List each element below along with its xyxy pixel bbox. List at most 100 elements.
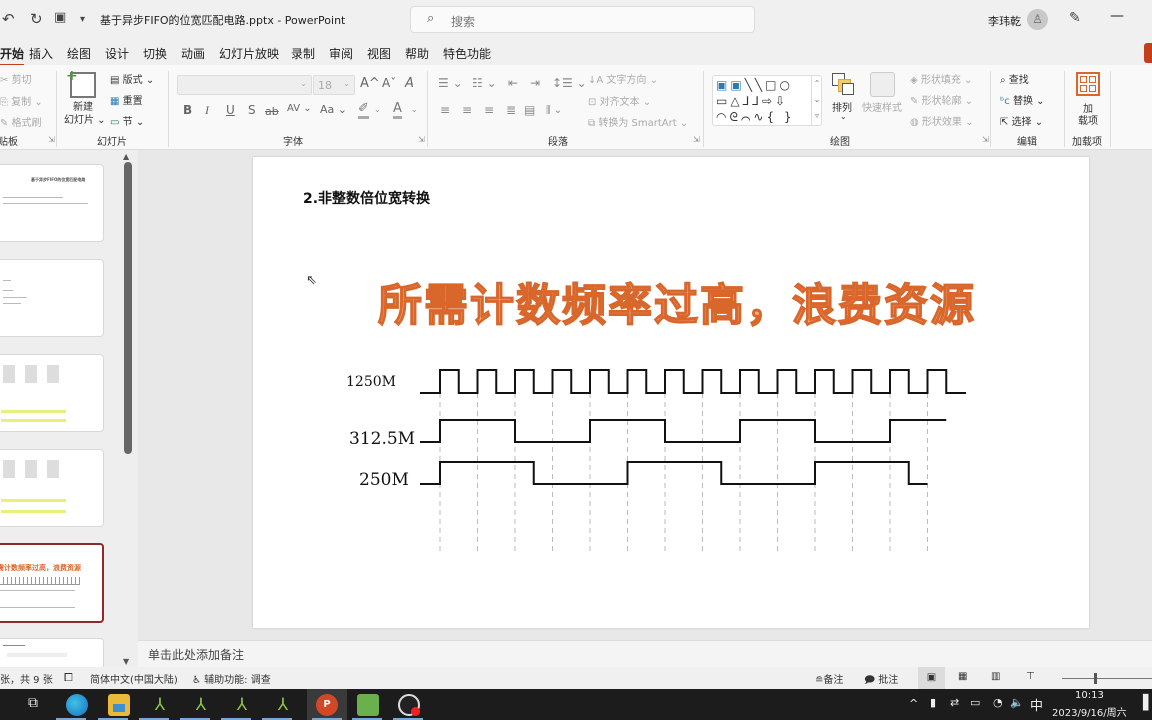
search-box[interactable]: ⌕ 搜索 bbox=[410, 6, 755, 33]
replace-button[interactable]: ᵇc 替换 ⌄ bbox=[1000, 92, 1045, 107]
increase-indent-button[interactable]: ⇥ bbox=[530, 76, 540, 90]
thumbnail-scrollbar[interactable] bbox=[124, 162, 132, 454]
distributed-button[interactable]: ▤ bbox=[524, 103, 535, 117]
scroll-up-arrow[interactable]: ▲ bbox=[123, 152, 129, 161]
ime-indicator[interactable]: 中 bbox=[1030, 695, 1043, 714]
slide-thumbnail-1[interactable]: 基于异步FIFO的位宽匹配电路 bbox=[0, 164, 104, 242]
clipboard-launcher-icon[interactable]: ⇲ bbox=[48, 135, 55, 144]
wifi-icon[interactable]: ◔ bbox=[993, 696, 1003, 709]
align-center-button[interactable]: ≡ bbox=[462, 103, 472, 117]
tab-design[interactable]: 设计 bbox=[105, 45, 129, 62]
shape-outline-button[interactable]: ✎ 形状轮廓 ⌄ bbox=[910, 92, 973, 107]
new-slide-label-2[interactable]: 幻灯片 ⌄ bbox=[64, 111, 106, 126]
shadow-button[interactable]: S bbox=[248, 103, 256, 117]
format-painter-button[interactable]: ✎ 格式刷 bbox=[0, 114, 42, 129]
volume-icon[interactable]: 🔈 bbox=[1010, 696, 1024, 709]
undo-icon[interactable]: ↶ bbox=[2, 10, 15, 28]
slide-thumbnail-3[interactable] bbox=[0, 354, 104, 432]
smartart-button[interactable]: ⧉ 转换为 SmartArt ⌄ bbox=[588, 114, 688, 129]
italic-button[interactable]: I bbox=[205, 103, 209, 118]
shape-effects-button[interactable]: ◍ 形状效果 ⌄ bbox=[910, 113, 973, 128]
user-name[interactable]: 李玮乾 bbox=[988, 13, 1021, 29]
tray-expand-icon[interactable]: ^ bbox=[909, 697, 918, 710]
reading-view-button[interactable]: ▥ bbox=[991, 671, 1000, 682]
minimize-button[interactable]: — bbox=[1110, 8, 1124, 24]
shape-fill-button[interactable]: ◈ 形状填充 ⌄ bbox=[910, 71, 972, 86]
tab-features[interactable]: 特色功能 bbox=[443, 45, 491, 62]
share-button[interactable] bbox=[1144, 43, 1152, 63]
highlight-color-button[interactable]: ✐ bbox=[358, 101, 369, 119]
tab-help[interactable]: 帮助 bbox=[405, 45, 429, 62]
pen-icon[interactable]: ✎ bbox=[1069, 10, 1081, 26]
gallery-scroll[interactable]: ⌃ ⌄ ▿ bbox=[811, 76, 822, 125]
app-icon-3[interactable]: ⅄ bbox=[231, 694, 253, 716]
slide[interactable]: 2.非整数倍位宽转换 ⇖ 所需计数频率过高，浪费资源 1250M 312.5M 25… bbox=[253, 157, 1089, 628]
slide-thumbnail-4[interactable] bbox=[0, 449, 104, 527]
decrease-indent-button[interactable]: ⇤ bbox=[508, 76, 518, 90]
slide-thumbnail-2[interactable] bbox=[0, 259, 104, 337]
notes-pane[interactable]: 单击此处添加备注 bbox=[138, 640, 1152, 667]
scroll-down-arrow[interactable]: ▼ bbox=[123, 657, 129, 666]
arrange-dropdown[interactable]: ⌄ bbox=[840, 112, 847, 121]
tab-animations[interactable]: 动画 bbox=[181, 45, 205, 62]
notification-icon[interactable]: ▌ bbox=[1143, 695, 1152, 711]
avatar[interactable]: ♙ bbox=[1027, 9, 1048, 30]
spellcheck-icon[interactable]: ⧠ bbox=[64, 671, 73, 685]
tab-insert[interactable]: 插入 bbox=[29, 45, 53, 62]
addins-button-2[interactable]: 载项 bbox=[1078, 112, 1098, 127]
file-explorer-icon[interactable] bbox=[108, 694, 130, 716]
find-button[interactable]: ⌕ 查找 bbox=[1000, 71, 1029, 86]
cut-button[interactable]: ✂ 剪切 bbox=[0, 71, 32, 86]
tab-record[interactable]: 录制 bbox=[291, 45, 315, 62]
comments-button[interactable]: 🗩 批注 bbox=[864, 671, 898, 690]
tab-draw[interactable]: 绘图 bbox=[67, 45, 91, 62]
strikethrough-button[interactable]: ab bbox=[265, 105, 279, 118]
underline-button[interactable]: U bbox=[226, 103, 235, 117]
shrink-font-button[interactable]: Aˇ bbox=[382, 76, 396, 90]
clock-date[interactable]: 2023/9/16/周六 bbox=[1052, 704, 1127, 719]
notes-placeholder[interactable]: 单击此处添加备注 bbox=[148, 646, 244, 663]
char-spacing-button[interactable]: AV ⌄ bbox=[287, 103, 312, 114]
app-icon-2[interactable]: ⅄ bbox=[190, 694, 212, 716]
select-button[interactable]: ⇱ 选择 ⌄ bbox=[1000, 113, 1043, 128]
layout-button[interactable]: ▤ 版式 ⌄ bbox=[110, 71, 154, 86]
font-color-dropdown[interactable]: ⌄ bbox=[411, 105, 418, 114]
notepad-icon[interactable] bbox=[357, 694, 379, 716]
notes-button[interactable]: ≘备注 bbox=[815, 671, 843, 686]
customize-qat-icon[interactable]: ▾ bbox=[80, 14, 85, 25]
quick-styles-button[interactable]: 快速样式 bbox=[862, 99, 902, 114]
reset-button[interactable]: ▦ 重置 bbox=[110, 92, 143, 107]
font-color-button[interactable]: A bbox=[393, 101, 402, 119]
bullets-button[interactable]: ☰ ⌄ bbox=[438, 76, 463, 90]
clear-format-button[interactable]: A bbox=[405, 76, 414, 91]
timing-diagram[interactable]: 1250M 312.5M 250M bbox=[253, 157, 1089, 628]
align-left-button[interactable]: ≡ bbox=[440, 103, 450, 117]
slideshow-button[interactable]: ⊤ bbox=[1026, 671, 1035, 682]
grow-font-button[interactable]: A^ bbox=[360, 76, 380, 91]
tab-slideshow[interactable]: 幻灯片放映 bbox=[219, 45, 279, 62]
columns-button[interactable]: ⫼ ⌄ bbox=[546, 105, 562, 116]
normal-view-button[interactable]: ▣ bbox=[918, 667, 945, 689]
line-spacing-button[interactable]: ↕☰ ⌄ bbox=[552, 76, 587, 90]
tab-home[interactable]: 开始 bbox=[0, 45, 25, 66]
font-launcher-icon[interactable]: ⇲ bbox=[418, 135, 425, 144]
numbering-button[interactable]: ☷ ⌄ bbox=[472, 76, 497, 90]
font-name-select[interactable]: ⌄ bbox=[177, 75, 312, 95]
text-direction-button[interactable]: ↓A 文字方向 ⌄ bbox=[588, 71, 658, 86]
clock-time[interactable]: 10:13 bbox=[1075, 690, 1104, 701]
edge-icon[interactable] bbox=[66, 694, 88, 716]
change-case-button[interactable]: Aa ⌄ bbox=[320, 103, 347, 116]
section-button[interactable]: ▭ 节 ⌄ bbox=[110, 113, 144, 128]
zoom-slider[interactable] bbox=[1062, 673, 1152, 684]
align-right-button[interactable]: ≡ bbox=[484, 103, 494, 117]
language-indicator[interactable]: 简体中文(中国大陆) bbox=[90, 671, 178, 686]
task-view-icon[interactable]: ⧉ bbox=[28, 695, 38, 711]
recorder-icon[interactable] bbox=[398, 694, 420, 716]
font-size-select[interactable]: 18 ⌄ bbox=[313, 75, 355, 95]
slide-sorter-button[interactable]: ▦ bbox=[958, 671, 967, 682]
tab-view[interactable]: 视图 bbox=[367, 45, 391, 62]
paragraph-launcher-icon[interactable]: ⇲ bbox=[693, 135, 700, 144]
app-icon-4[interactable]: ⅄ bbox=[272, 694, 294, 716]
tab-transitions[interactable]: 切换 bbox=[143, 45, 167, 62]
highlight-dropdown[interactable]: ⌄ bbox=[374, 105, 381, 114]
